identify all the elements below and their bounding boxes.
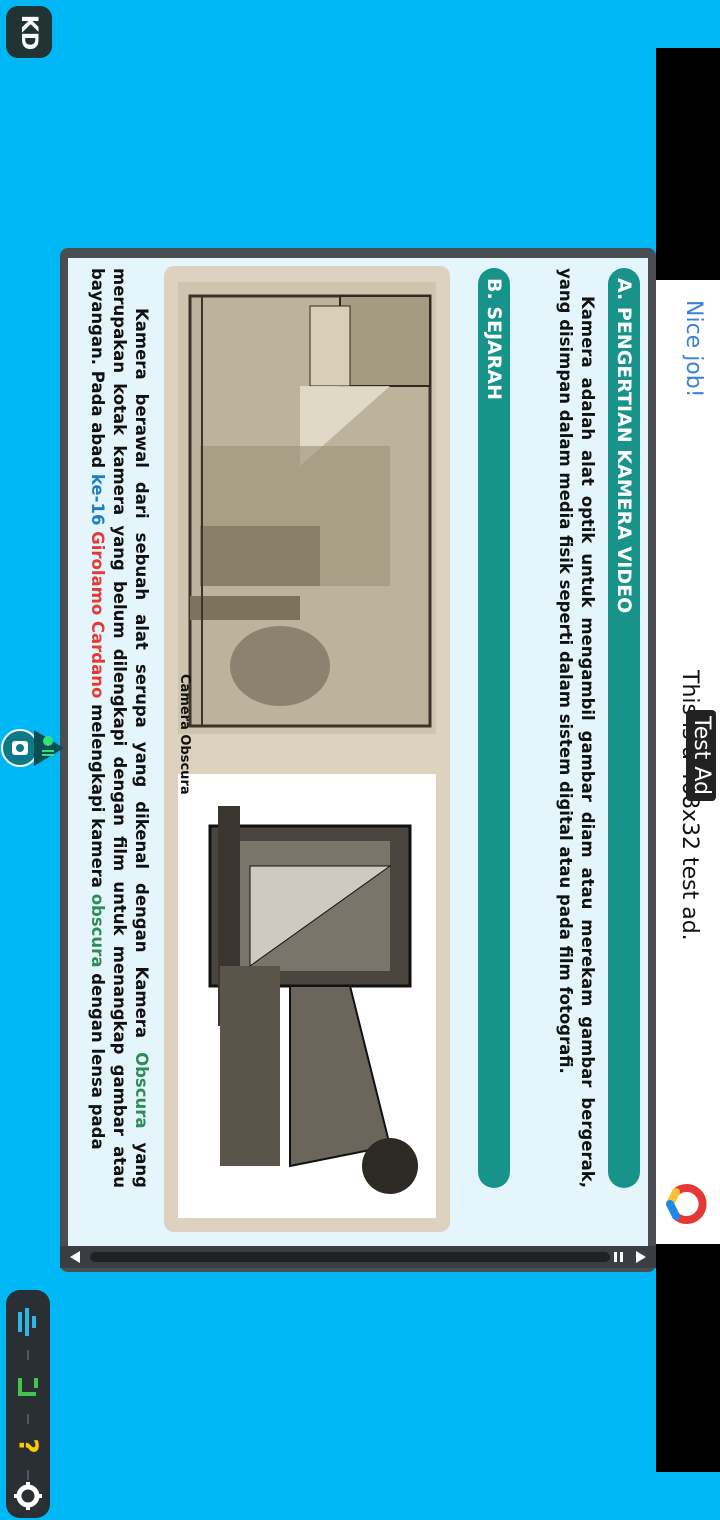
camera-obscura-illustration (178, 282, 436, 1218)
volume-icon[interactable] (12, 1302, 44, 1342)
settings-icon[interactable] (12, 1476, 44, 1516)
ad-logo-icon (666, 1184, 707, 1224)
section-b-text: Kamera berawal dari sebuah alat serupa y… (86, 268, 152, 1188)
tools-panel: ? (6, 1290, 50, 1518)
ad-content[interactable]: Nice job! This is a 468x32 test ad. Test… (656, 280, 720, 1244)
section-a-header: A. PENGERTIAN KAMERA VIDEO (608, 268, 640, 1188)
toolbar-divider (27, 1350, 29, 1360)
obscura-term-2: obscura (88, 893, 107, 968)
section-b-text-1: Kamera berawal dari sebuah alat serupa y… (132, 308, 151, 1053)
horizontal-scrollbar[interactable] (60, 1246, 656, 1268)
lesson-content[interactable]: A. PENGERTIAN KAMERA VIDEO Kamera adalah… (68, 258, 648, 1246)
kd-badge[interactable]: KD (6, 6, 52, 58)
camera-button[interactable] (0, 716, 64, 780)
ad-nice-job: Nice job! (681, 300, 706, 398)
section-a-title: A. PENGERTIAN KAMERA VIDEO (613, 278, 635, 614)
camera-obscura-images: Camera Obscura (164, 266, 450, 1232)
help-icon[interactable]: ? (12, 1426, 44, 1466)
section-b-title: B. SEJARAH (483, 278, 505, 400)
kd-badge-label: KD (16, 14, 42, 50)
test-ad-label: Test Ad (686, 710, 716, 801)
section-b-text-4: dengan lensa pada (88, 967, 107, 1150)
inventor-name: Girolamo Cardano (88, 531, 107, 699)
obscura-term: Obscura (132, 1052, 151, 1129)
toolbar-divider (27, 1414, 29, 1424)
section-b-header: B. SEJARAH (478, 268, 510, 1188)
section-a-text: Kamera adalah alat optik untuk mengambil… (556, 268, 597, 1188)
undo-icon[interactable] (12, 1366, 44, 1406)
section-b-text-3: melengkapi kamera (88, 698, 107, 894)
century-term: ke-16 (88, 473, 107, 526)
image-caption: Camera Obscura (177, 674, 192, 795)
